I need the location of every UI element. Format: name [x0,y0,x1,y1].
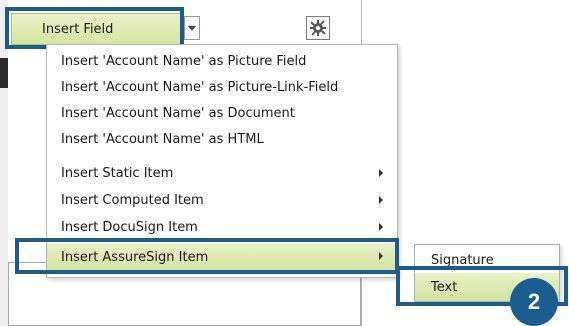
step-number: 2 [527,289,541,314]
menu-item-insert-html[interactable]: Insert 'Account Name' as HTML [47,126,397,152]
menu-item-insert-static-item[interactable]: Insert Static Item [47,160,397,186]
menu-item-label: Insert 'Account Name' as Picture Field [61,53,307,69]
gear-icon [310,20,326,36]
chevron-right-icon [379,223,383,231]
menu-item-label: Insert Static Item [61,165,174,181]
settings-button[interactable] [306,16,330,40]
chevron-down-icon [188,25,196,31]
menu-item-insert-docusign-item[interactable]: Insert DocuSign Item [47,214,397,240]
menu-item-insert-picture-field[interactable]: Insert 'Account Name' as Picture Field [47,48,397,74]
insert-field-dropdown-button[interactable] [184,16,200,40]
step-badge: 2 [510,278,558,326]
menu-item-insert-picture-link-field[interactable]: Insert 'Account Name' as Picture-Link-Fi… [47,74,397,100]
menu-item-label: Insert Computed Item [61,192,204,208]
menu-item-label: Insert 'Account Name' as Document [61,105,295,121]
menu-item-label: Insert 'Account Name' as Picture-Link-Fi… [61,79,339,95]
menu-item-label: Insert 'Account Name' as HTML [61,131,264,147]
dark-strip [0,58,8,88]
insert-field-highlight [5,7,184,49]
chevron-right-icon [379,196,383,204]
assuresign-item-highlight [15,238,399,274]
menu-item-insert-document[interactable]: Insert 'Account Name' as Document [47,100,397,126]
menu-item-label: Insert DocuSign Item [61,219,198,235]
menu-item-insert-computed-item[interactable]: Insert Computed Item [47,187,397,213]
chevron-right-icon [379,169,383,177]
